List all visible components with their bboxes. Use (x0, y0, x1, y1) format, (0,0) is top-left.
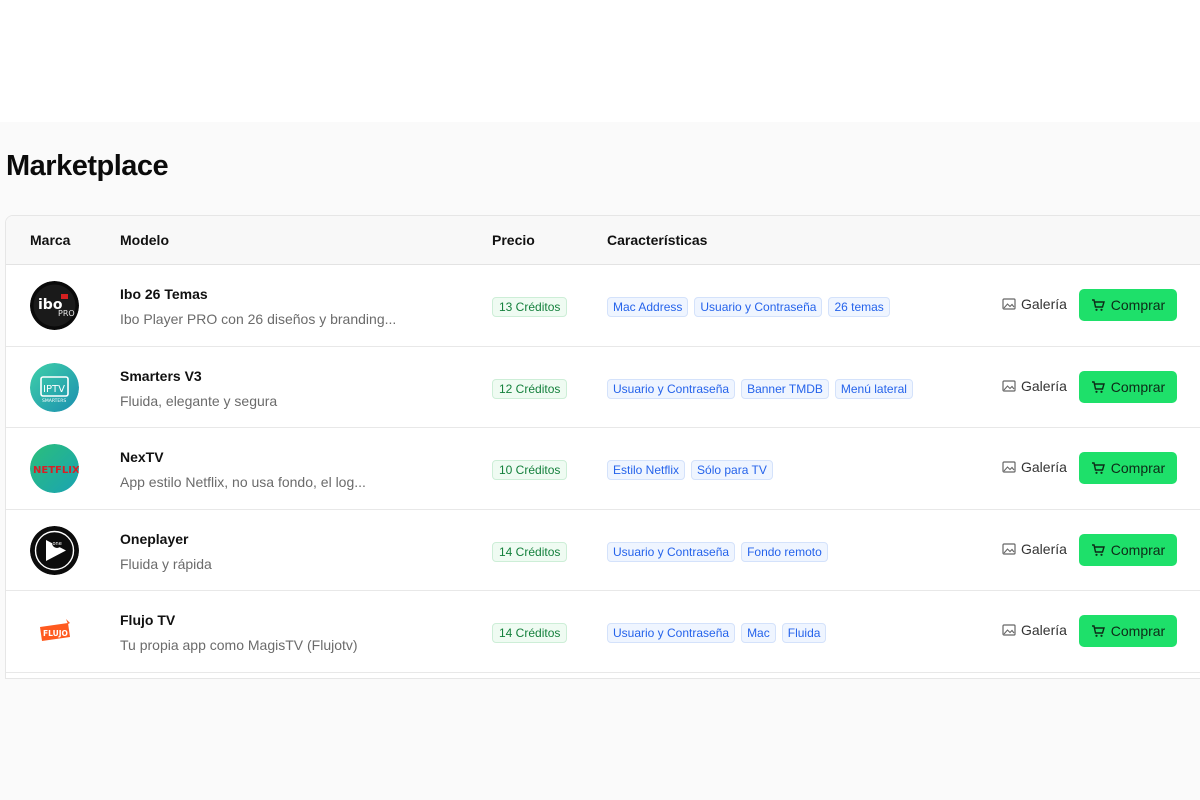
gallery-label: Galería (1021, 459, 1067, 475)
gallery-button[interactable]: Galería (1002, 622, 1067, 638)
feature-tag: Estilo Netflix (607, 460, 686, 480)
feature-tag: Fluida (781, 623, 827, 643)
feature-tags: Usuario y Contraseña Mac Fluida (607, 623, 827, 643)
price-badge: 10 Créditos (492, 460, 568, 480)
model-name: Oneplayer (120, 530, 189, 547)
gallery-button[interactable]: Galería (1002, 541, 1067, 557)
model-name: Ibo 26 Temas (120, 286, 208, 302)
buy-button[interactable]: Comprar (1079, 615, 1177, 647)
buy-label: Comprar (1110, 623, 1166, 639)
table-row: NETFLIX NexTV App estilo Netflix, no usa… (6, 428, 1200, 510)
feature-tags: Mac Address Usuario y Contraseña 26 tema… (607, 297, 890, 317)
gallery-button[interactable]: Galería (1002, 459, 1067, 475)
feature-tag: Usuario y Contraseña (607, 623, 736, 643)
model-name: NexTV (120, 449, 164, 465)
buy-button[interactable]: Comprar (1079, 289, 1177, 321)
table-row: IPTV SMARTERS Smarters V3 Fluida, elegant… (6, 346, 1200, 428)
gallery-label: Galería (1021, 296, 1067, 312)
buy-button[interactable]: Comprar (1079, 370, 1177, 403)
price-badge: 12 Créditos (492, 378, 568, 399)
svg-text:PRO: PRO (58, 309, 75, 318)
feature-tag: Banner TMDB (741, 378, 829, 399)
netflix-logo: NETFLIX (30, 444, 79, 493)
flujo-logo: FLUJO (30, 607, 79, 656)
marketplace-table: Marca Modelo Precio Características ibo P… (5, 215, 1200, 679)
image-icon (1002, 542, 1016, 555)
cart-icon (1091, 299, 1105, 311)
buy-button[interactable]: Comprar (1079, 452, 1177, 484)
image-icon (1002, 624, 1016, 636)
feature-tag: Mac Address (607, 297, 689, 317)
buy-button[interactable]: Comprar (1079, 533, 1177, 566)
svg-text:one: one (53, 541, 62, 547)
feature-tag: 26 temas (828, 297, 890, 317)
ibo-pro-logo: ibo PRO (30, 281, 79, 330)
gallery-button[interactable]: Galería (1002, 378, 1067, 394)
model-name: Flujo TV (120, 612, 176, 628)
cart-icon (1091, 380, 1105, 393)
main-content: Marketplace Marca Modelo Precio Caracter… (0, 122, 1200, 800)
gallery-label: Galería (1021, 540, 1067, 557)
feature-tags: Estilo Netflix Sólo para TV (607, 460, 773, 480)
table-row: FLUJO Flujo TV Tu propia app como MagisT… (6, 591, 1200, 673)
feature-tag: Menú lateral (834, 378, 913, 399)
price-badge: 14 Créditos (492, 541, 568, 562)
model-description: Tu propia app como MagisTV (Flujotv) (120, 637, 358, 653)
buy-label: Comprar (1110, 541, 1166, 558)
price-badge: 14 Créditos (492, 623, 568, 643)
page-title: Marketplace (6, 150, 169, 182)
header-modelo: Modelo (120, 232, 169, 248)
model-name: Smarters V3 (120, 367, 202, 384)
gallery-button[interactable]: Galería (1002, 296, 1067, 312)
cart-icon (1091, 462, 1105, 474)
model-description: Fluida y rápida (120, 555, 212, 572)
table-row: one Oneplayer Fluida y rápida 14 Crédito… (6, 509, 1200, 591)
top-blank-area (0, 0, 1200, 122)
buy-label: Comprar (1110, 378, 1166, 395)
table-row: ibo PRO Ibo 26 Temas Ibo Player PRO con 2… (6, 265, 1200, 347)
oneplayer-logo: one (30, 525, 79, 575)
feature-tag: Mac (741, 623, 776, 643)
buy-label: Comprar (1110, 297, 1166, 313)
feature-tag: Fondo remoto (741, 541, 828, 562)
buy-label: Comprar (1110, 460, 1166, 476)
cart-icon (1091, 543, 1105, 556)
svg-text:IPTV: IPTV (43, 384, 65, 395)
feature-tag: Usuario y Contraseña (694, 297, 823, 317)
model-description: Ibo Player PRO con 26 diseños y branding… (120, 311, 397, 327)
feature-tag: Usuario y Contraseña (607, 378, 736, 399)
svg-text:FLUJO: FLUJO (43, 629, 68, 638)
header-precio: Precio (492, 232, 535, 248)
feature-tag: Usuario y Contraseña (607, 541, 736, 562)
cart-icon (1091, 625, 1105, 637)
image-icon (1002, 379, 1016, 392)
gallery-label: Galería (1021, 622, 1067, 638)
price-badge: 13 Créditos (492, 297, 568, 317)
svg-text:SMARTERS: SMARTERS (42, 398, 66, 404)
feature-tags: Usuario y Contraseña Fondo remoto (607, 541, 828, 562)
image-icon (1002, 298, 1016, 310)
iptv-smarters-logo: IPTV SMARTERS (30, 362, 79, 412)
header-caracteristicas: Características (607, 232, 708, 248)
model-description: App estilo Netflix, no usa fondo, el log… (120, 474, 366, 490)
svg-text:NETFLIX: NETFLIX (33, 465, 79, 476)
image-icon (1002, 461, 1016, 473)
feature-tags: Usuario y Contraseña Banner TMDB Menú la… (607, 378, 913, 399)
feature-tag: Sólo para TV (691, 460, 773, 480)
model-description: Fluida, elegante y segura (120, 392, 278, 409)
header-marca: Marca (30, 232, 71, 248)
table-header: Marca Modelo Precio Características (6, 216, 1200, 265)
gallery-label: Galería (1021, 377, 1067, 394)
